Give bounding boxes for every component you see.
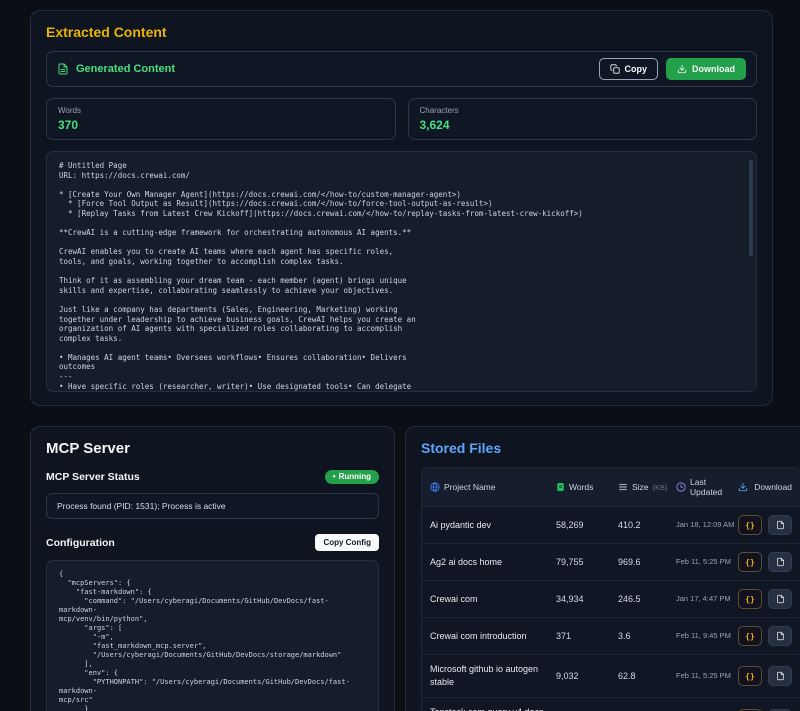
col-download: Download (738, 482, 792, 492)
table-row: Ag2 ai docs home 79,755 969.6 Feb 11, 5:… (422, 543, 800, 580)
process-status-box: Process found (PID: 1531); Process is ac… (46, 493, 379, 519)
file-size: 3.6 (618, 631, 676, 641)
download-icon (677, 64, 687, 74)
words-stat: Words 370 (46, 98, 396, 140)
view-json-button[interactable]: {} (738, 589, 762, 609)
extracted-content-title: Extracted Content (46, 24, 757, 40)
copy-config-button[interactable]: Copy Config (315, 534, 379, 551)
file-size: 246.5 (618, 594, 676, 604)
file-updated: Jan 18, 12:09 AM (676, 520, 738, 530)
file-name: Ag2 ai docs home (430, 556, 556, 569)
col-last-updated-label: Last Updated (690, 477, 738, 497)
copy-icon (610, 64, 620, 74)
characters-stat-label: Characters (420, 106, 746, 115)
file-icon (776, 557, 785, 567)
file-name: Microsoft github io autogen stable (430, 663, 556, 689)
col-project-name-label: Project Name (444, 482, 496, 492)
mcp-server-title: MCP Server (46, 440, 379, 457)
col-size-unit: (KB) (653, 483, 668, 492)
configuration-heading: Configuration (46, 537, 115, 549)
stored-files-panel: Stored Files Project Name (405, 426, 800, 711)
stored-files-title: Stored Files (421, 440, 800, 456)
table-row: Crewai com introduction 371 3.6 Feb 11, … (422, 617, 800, 654)
table-header-row: Project Name Words (422, 468, 800, 506)
words-stat-value: 370 (58, 118, 384, 132)
view-json-button[interactable]: {} (738, 666, 762, 686)
file-size: 969.6 (618, 557, 676, 567)
status-dot: • (333, 472, 336, 481)
file-words: 79,755 (556, 557, 618, 567)
status-badge-label: Running (339, 472, 371, 481)
globe-icon (430, 482, 440, 492)
config-viewer: { "mcpServers": { "fast-markdown": { "co… (46, 560, 379, 711)
mcp-status-heading: MCP Server Status (46, 471, 140, 483)
col-size-label: Size (632, 482, 649, 492)
extracted-content-panel: Extracted Content Generated Content (30, 10, 773, 406)
file-updated: Feb 11, 5:25 PM (676, 557, 738, 567)
table-row: Crewai com 34,934 246.5 Jan 17, 4:47 PM … (422, 580, 800, 617)
list-lines-icon (618, 482, 628, 492)
file-icon (776, 631, 785, 641)
extracted-content-viewer: # Untitled Page URL: https://docs.crewai… (46, 151, 757, 392)
file-updated: Feb 11, 5:25 PM (676, 671, 738, 681)
view-json-button[interactable]: {} (738, 626, 762, 646)
file-icon (776, 520, 785, 530)
stored-files-table: Project Name Words (421, 467, 800, 711)
file-size: 410.2 (618, 520, 676, 530)
col-download-label: Download (754, 482, 792, 492)
view-json-button[interactable]: {} (738, 552, 762, 572)
status-badge: • Running (325, 470, 379, 484)
table-row: Microsoft github io autogen stable 9,032… (422, 654, 800, 697)
file-updated: Jan 17, 4:47 PM (676, 594, 738, 604)
file-name: Ai pydantic dev (430, 519, 556, 532)
words-doc-icon (556, 482, 565, 492)
download-button[interactable]: Download (666, 58, 746, 80)
file-words: 371 (556, 631, 618, 641)
col-words-label: Words (569, 482, 593, 492)
file-words: 58,269 (556, 520, 618, 530)
file-name: Tanstack com query v4 docs framework rea… (430, 706, 556, 711)
document-icon (57, 63, 69, 75)
col-words: Words (556, 482, 618, 492)
page-root: Extracted Content Generated Content (0, 0, 800, 711)
file-size: 62.8 (618, 671, 676, 681)
view-markdown-button[interactable] (768, 515, 792, 535)
stats-row: Words 370 Characters 3,624 (46, 98, 757, 140)
mcp-server-panel: MCP Server MCP Server Status • Running P… (30, 426, 395, 711)
col-project-name: Project Name (430, 482, 556, 492)
view-json-button[interactable]: {} (738, 515, 762, 535)
download-button-label: Download (692, 64, 735, 74)
extracted-content-text: # Untitled Page URL: https://docs.crewai… (59, 161, 744, 391)
file-words: 9,032 (556, 671, 618, 681)
file-updated: Feb 11, 9:45 PM (676, 631, 738, 641)
file-icon (776, 671, 785, 681)
download-column-icon (738, 482, 748, 492)
view-markdown-button[interactable] (768, 552, 792, 572)
words-stat-label: Words (58, 106, 384, 115)
generated-content-bar: Generated Content Copy (46, 51, 757, 87)
scrollbar-thumb[interactable] (749, 160, 753, 256)
copy-config-label: Copy Config (323, 538, 371, 547)
table-row: Ai pydantic dev 58,269 410.2 Jan 18, 12:… (422, 506, 800, 543)
file-words: 34,934 (556, 594, 618, 604)
copy-button[interactable]: Copy (599, 58, 659, 80)
file-name: Crewai com introduction (430, 630, 556, 643)
clock-icon (676, 482, 686, 492)
table-body: Ai pydantic dev 58,269 410.2 Jan 18, 12:… (422, 506, 800, 711)
characters-stat-value: 3,624 (420, 118, 746, 132)
file-name: Crewai com (430, 593, 556, 606)
characters-stat: Characters 3,624 (408, 98, 758, 140)
col-size: Size (KB) (618, 482, 676, 492)
config-json-text: { "mcpServers": { "fast-markdown": { "co… (59, 570, 366, 711)
view-markdown-button[interactable] (768, 589, 792, 609)
process-status-text: Process found (PID: 1531); Process is ac… (57, 501, 226, 511)
file-icon (776, 594, 785, 604)
copy-button-label: Copy (625, 64, 648, 74)
col-last-updated: Last Updated (676, 477, 738, 497)
generated-content-label: Generated Content (76, 63, 175, 75)
view-markdown-button[interactable] (768, 666, 792, 686)
view-markdown-button[interactable] (768, 626, 792, 646)
table-row: Tanstack com query v4 docs framework rea… (422, 697, 800, 711)
